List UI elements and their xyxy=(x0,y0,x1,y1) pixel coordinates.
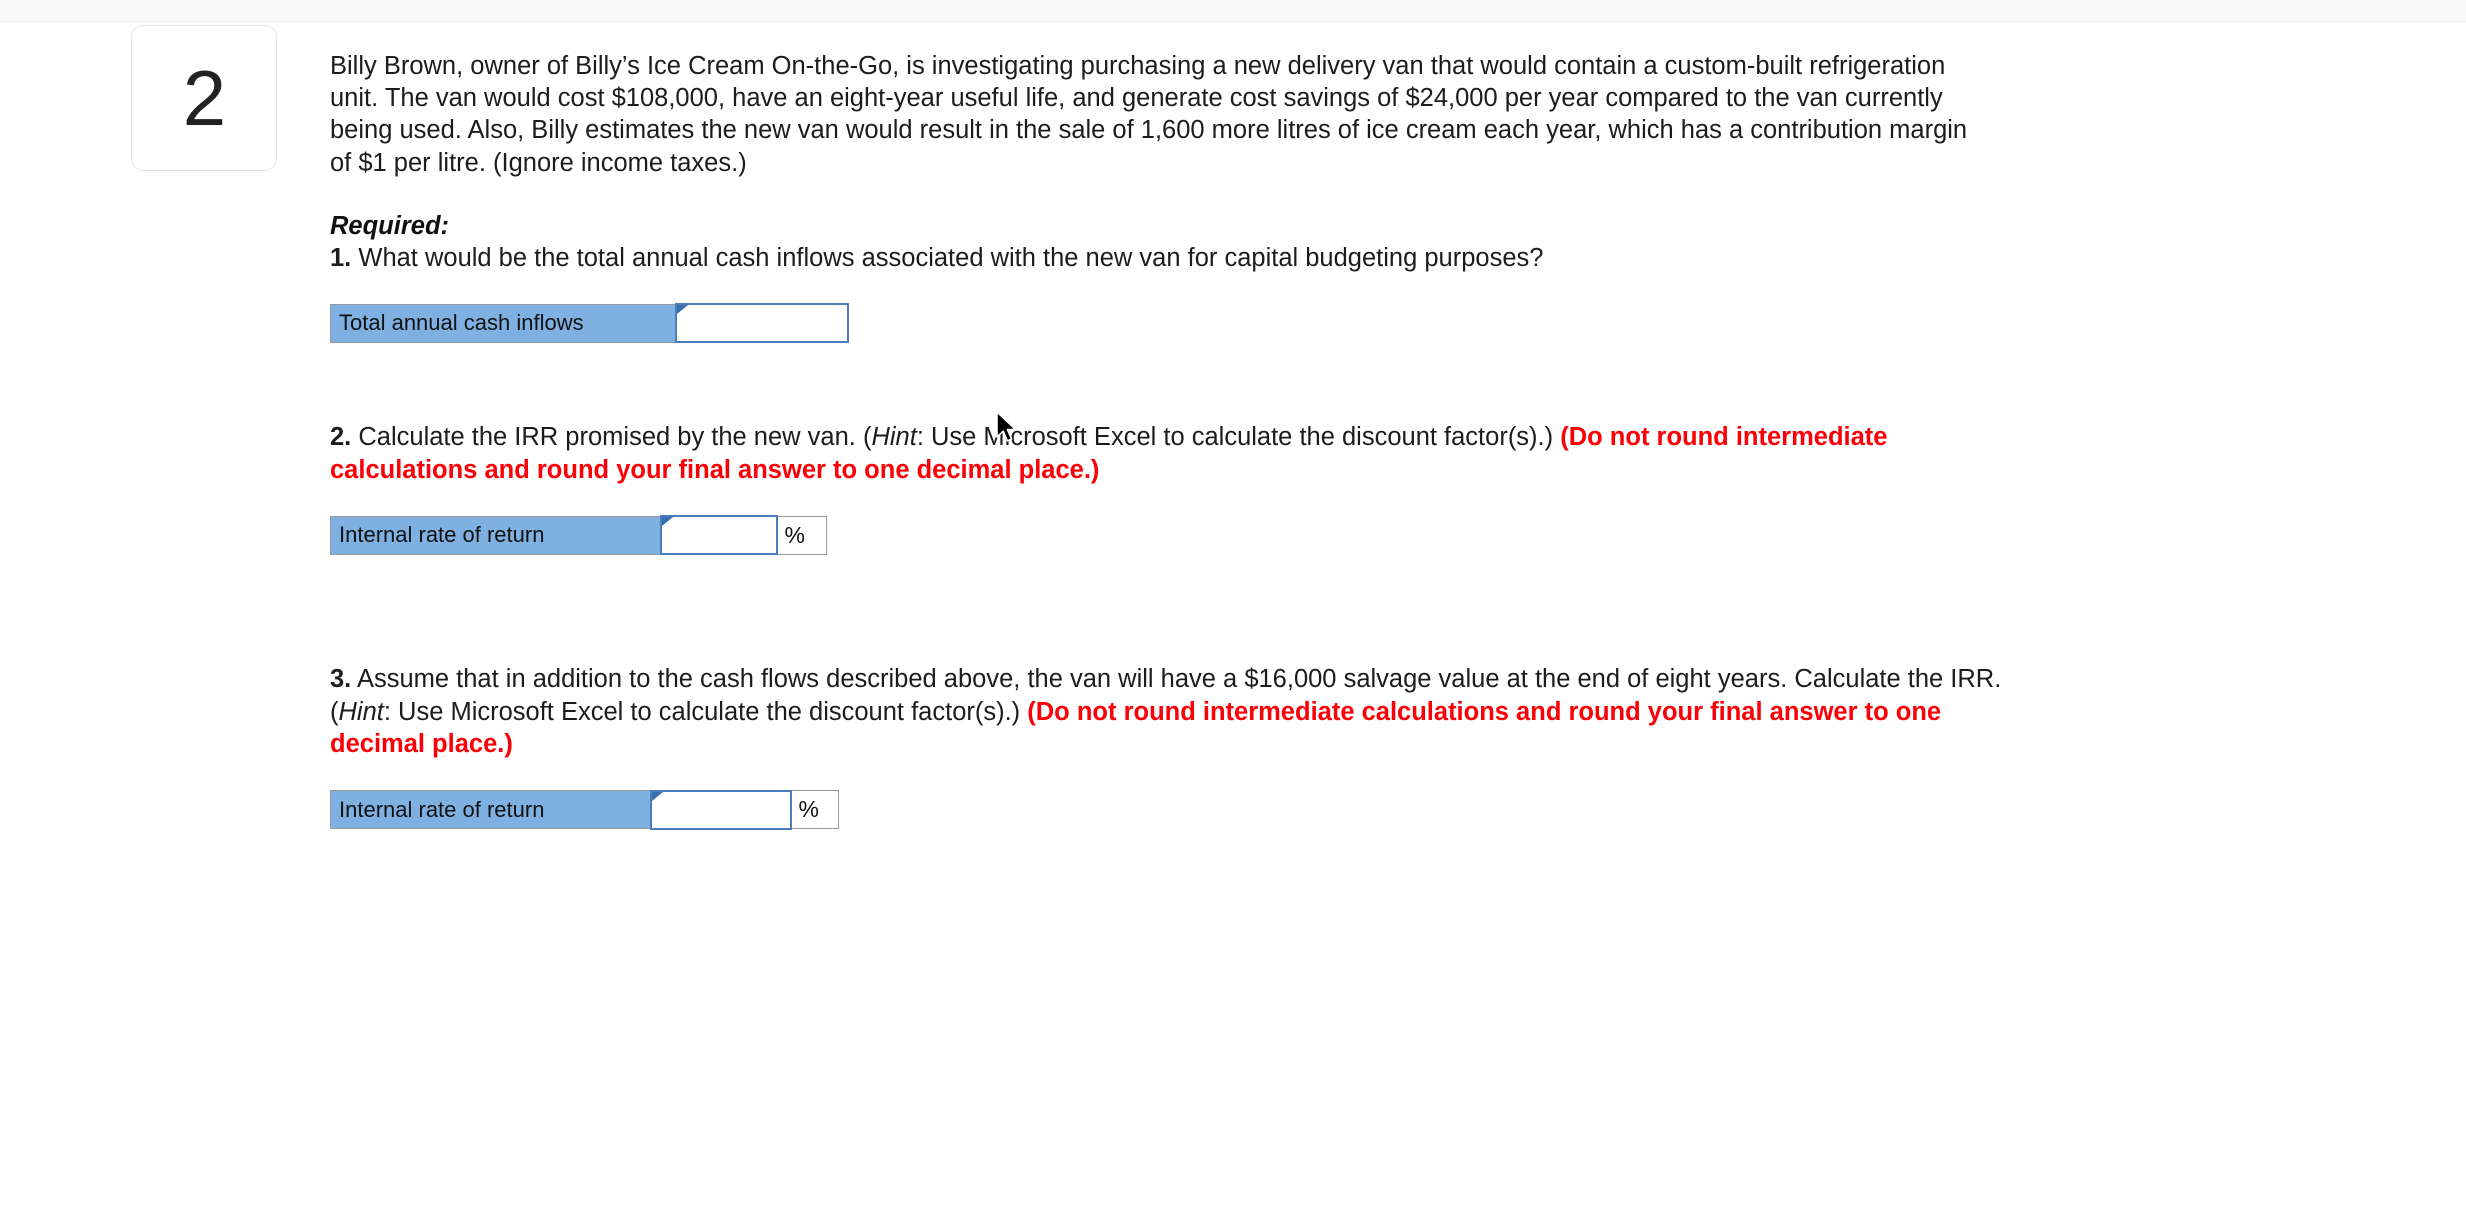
part-3-block: 3. Assume that in addition to the cash f… xyxy=(330,663,2030,830)
part-3-prompt: 3. Assume that in addition to the cash f… xyxy=(330,663,2010,761)
table-row: Internal rate of return % xyxy=(330,789,839,830)
cell-marker-icon xyxy=(651,791,663,801)
part-2-block: 2. Calculate the IRR promised by the new… xyxy=(330,421,2030,556)
part-1-answer-input[interactable] xyxy=(676,305,847,342)
part-3-answer-input[interactable] xyxy=(651,791,790,828)
table-row: Internal rate of return % xyxy=(330,515,827,556)
part-1-prompt: 1. What would be the total annual cash i… xyxy=(330,242,2010,275)
part-3-row-label: Internal rate of return xyxy=(330,790,651,830)
part-3-text-after-hint: : Use Microsoft Excel to calculate the d… xyxy=(383,697,1028,726)
question-content: Billy Brown, owner of Billy’s Ice Cream … xyxy=(330,50,2030,830)
part-3-answer-table: Internal rate of return % xyxy=(330,789,839,830)
part-2-number: 2. xyxy=(330,423,352,452)
part-2-input-cell[interactable] xyxy=(659,515,778,556)
part-3-hint-word: Hint xyxy=(338,697,384,726)
part-2-text-before-hint: Calculate the IRR promised by the new va… xyxy=(358,423,872,452)
question-stem: Billy Brown, owner of Billy’s Ice Cream … xyxy=(330,52,1968,177)
part-1-row-label: Total annual cash inflows xyxy=(330,303,676,343)
cell-marker-icon xyxy=(676,305,688,315)
part-3-unit-cell: % xyxy=(790,790,839,830)
part-1-block: 1. What would be the total annual cash i… xyxy=(330,242,2030,344)
part-1-text: What would be the total annual cash infl… xyxy=(358,243,1544,272)
required-heading: Required: xyxy=(330,211,450,240)
table-row: Total annual cash inflows xyxy=(330,303,849,344)
question-number-badge: 2 xyxy=(131,25,277,171)
part-2-hint-word: Hint xyxy=(871,423,917,452)
part-2-unit-cell: % xyxy=(776,515,827,555)
part-1-answer-table: Total annual cash inflows xyxy=(330,303,849,344)
part-2-answer-table: Internal rate of return % xyxy=(330,515,827,556)
part-3-input-cell[interactable] xyxy=(649,789,792,830)
part-3-number: 3. xyxy=(330,665,352,694)
question-number: 2 xyxy=(182,54,226,142)
cell-marker-icon xyxy=(661,517,673,527)
part-2-row-label: Internal rate of return xyxy=(330,515,661,555)
part-1-number: 1. xyxy=(330,243,352,272)
part-1-input-cell[interactable] xyxy=(674,303,849,344)
top-chrome-strip xyxy=(0,0,2466,22)
part-2-prompt: 2. Calculate the IRR promised by the new… xyxy=(330,421,2010,486)
part-2-answer-input[interactable] xyxy=(661,517,776,554)
part-2-text-after-hint: : Use Microsoft Excel to calculate the d… xyxy=(916,423,1561,452)
